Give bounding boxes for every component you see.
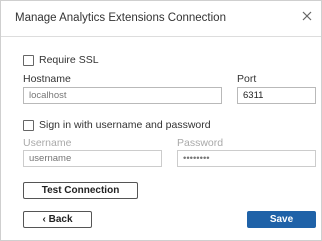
sign-in-checkbox[interactable] xyxy=(23,120,34,131)
hostname-input[interactable] xyxy=(23,87,222,104)
require-ssl-checkbox[interactable] xyxy=(23,55,34,66)
require-ssl-label: Require SSL xyxy=(39,54,99,66)
close-icon[interactable] xyxy=(300,9,314,23)
password-input[interactable] xyxy=(177,150,316,167)
username-label: Username xyxy=(23,137,72,149)
back-button[interactable]: ‹ Back xyxy=(23,211,92,228)
title-divider xyxy=(1,36,321,37)
save-button[interactable]: Save xyxy=(247,211,316,228)
dialog-title: Manage Analytics Extensions Connection xyxy=(15,12,226,24)
hostname-label: Hostname xyxy=(23,73,71,85)
password-label: Password xyxy=(177,137,224,149)
port-input[interactable] xyxy=(237,87,316,104)
test-connection-button[interactable]: Test Connection xyxy=(23,182,138,199)
port-label: Port xyxy=(237,73,257,85)
sign-in-label: Sign in with username and password xyxy=(39,119,211,131)
connection-dialog: Manage Analytics Extensions Connection R… xyxy=(0,0,322,241)
username-input[interactable] xyxy=(23,150,162,167)
